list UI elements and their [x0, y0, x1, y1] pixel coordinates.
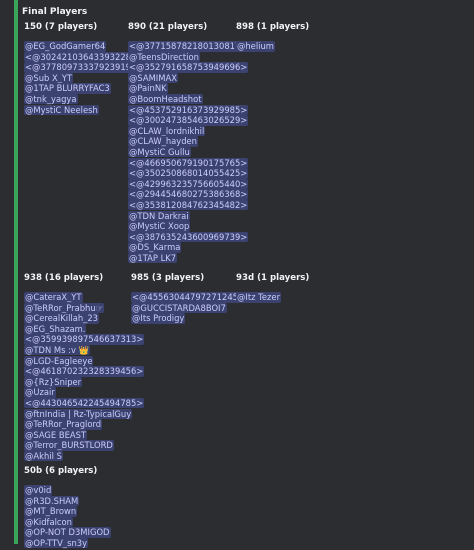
group-title: 890 (21 players)	[128, 22, 208, 32]
player-row: @MystiC Neelesh	[24, 98, 144, 116]
player-row: <@453752916373929985>	[128, 98, 249, 116]
player-row: @1TAP BLURRYFAC3	[24, 76, 144, 94]
embed-title: Final Players	[22, 7, 88, 17]
player-mention[interactable]: @OP-TTV_sn3y	[24, 537, 89, 549]
player-row: <@350250868014055425>	[128, 161, 249, 179]
player-row: @1TAP LK7	[128, 246, 248, 264]
group-938: 938 (16 players) @CateraX_YT @TeRRor_Prabh…	[24, 272, 145, 462]
player-row: <@353812084762345482>	[128, 193, 249, 211]
player-mention[interactable]: @Akhil S	[24, 450, 63, 462]
player-row: @EG_GodGamer64	[24, 34, 144, 52]
group-93d: 93d (1 players) @Itz Tezer	[236, 272, 310, 303]
player-row: <@302421036433932288>	[24, 45, 145, 63]
group-title: 150 (7 players)	[24, 22, 98, 32]
group-50b: 50b (6 players) @v0id @R3D.SHAM @MT_Brown @K…	[24, 465, 111, 549]
player-row: <@466950679190175765>	[128, 151, 249, 169]
group-title: 985 (3 players)	[131, 273, 205, 283]
player-row: <@294454680275386368>	[128, 182, 249, 200]
group-985: 985 (3 players) <@455630447972712458> @GUC…	[131, 272, 252, 324]
player-row: @BoomHeadshot	[128, 87, 248, 105]
player-row: @MystiC Gullu	[128, 140, 248, 158]
player-mention[interactable]: @Its Prodigy	[131, 313, 186, 324]
group-150: 150 (7 players) @EG_GodGamer64 <@302421036…	[24, 21, 145, 116]
player-row: @EG_Shazam.	[24, 317, 144, 335]
player-row: <@352791658753949696>	[128, 55, 249, 73]
player-row: @SAGE BEAST	[24, 423, 144, 441]
player-mention[interactable]: @MystiC Neelesh	[24, 104, 99, 116]
player-row: @PainNK	[128, 76, 248, 94]
group-title: 938 (16 players)	[24, 273, 104, 283]
player-row: @v0id	[24, 478, 111, 496]
player-row: <@429963235756605440>	[128, 172, 249, 190]
player-row: @Kidfalcon	[24, 510, 111, 528]
player-row: @CLAW_hayden	[128, 129, 248, 147]
player-row: @helium	[236, 34, 309, 52]
player-mention[interactable]: @Itz Tezer	[236, 292, 282, 303]
group-890: 890 (21 players) <@377158782180130817> @Te…	[128, 21, 249, 264]
player-mention[interactable]: @1TAP LK7	[128, 252, 178, 264]
player-row: @ftnIndia | Rz-TypicalGuy	[24, 402, 144, 420]
player-row: @Terror_BURSTLORD	[24, 433, 144, 451]
player-row: @Uzair	[24, 380, 144, 398]
group-title: 93d (1 players)	[236, 273, 310, 283]
player-mention[interactable]: @helium	[236, 41, 275, 52]
group-title: 898 (1 players)	[236, 22, 310, 32]
player-row: <@300247385463026529>	[128, 108, 249, 126]
group-title: 50b (6 players)	[24, 466, 98, 476]
player-row: <@377809733379239194>	[24, 55, 145, 73]
player-row: <@443046542245494785>	[24, 391, 145, 409]
player-row: <@461870232328339456>	[24, 359, 145, 377]
player-row: @Itz Tezer	[236, 285, 309, 303]
player-row: <@377158782180130817>	[128, 34, 249, 52]
player-row: <@359939897546637313>	[24, 327, 145, 345]
player-row: @R3D.SHAM	[24, 489, 111, 507]
player-row: <@455630447972712458>	[131, 285, 252, 303]
player-row: <@387635243600969739>	[128, 225, 249, 243]
player-row: @MT_Brown	[24, 499, 111, 517]
player-row: @CateraX_YT	[24, 285, 144, 303]
player-row: @OP-NOT D3MIGOD	[24, 520, 111, 538]
player-row: @LGD-Eagleeye	[24, 349, 144, 367]
player-row: @TeRRor_Prabhu☞	[24, 296, 144, 314]
player-row: @CerealKillah_23	[24, 306, 144, 324]
player-row: @MystiC Xoop	[128, 214, 248, 232]
group-898: 898 (1 players) @helium	[236, 21, 310, 52]
